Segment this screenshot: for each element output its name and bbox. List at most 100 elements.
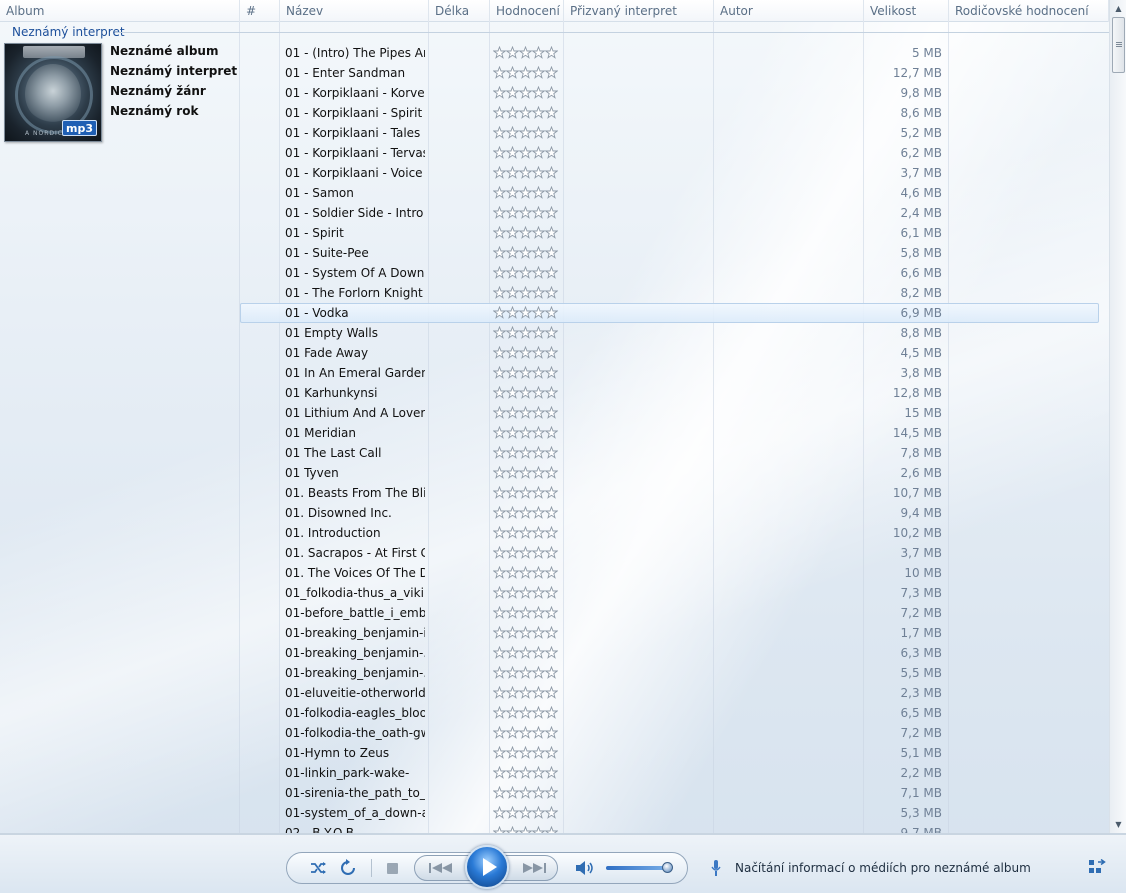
rating-star-icon[interactable]: [545, 826, 558, 833]
rating-star-icon[interactable]: [493, 646, 506, 659]
rating-star-icon[interactable]: [493, 106, 506, 119]
scroll-down-icon[interactable]: ▼: [1111, 816, 1126, 833]
rating-star-icon[interactable]: [532, 266, 545, 279]
volume-slider-track[interactable]: [606, 866, 670, 870]
track-row[interactable]: 01 - The Forlorn Knight 8,2 MB: [0, 283, 1109, 303]
rating-star-icon[interactable]: [493, 66, 506, 79]
rating-star-icon[interactable]: [493, 706, 506, 719]
rating-star-icon[interactable]: [519, 666, 532, 679]
rating-star-icon[interactable]: [519, 166, 532, 179]
rating-star-icon[interactable]: [506, 66, 519, 79]
rating-star-icon[interactable]: [519, 306, 532, 319]
rating-star-icon[interactable]: [545, 786, 558, 799]
rating-stars[interactable]: [493, 226, 558, 240]
rating-star-icon[interactable]: [519, 106, 532, 119]
track-row[interactable]: 01 - Soldier Side - Intro 2,4 MB: [0, 203, 1109, 223]
rating-star-icon[interactable]: [506, 366, 519, 379]
rating-star-icon[interactable]: [532, 746, 545, 759]
column-number[interactable]: #: [240, 0, 280, 22]
column-album[interactable]: Album: [0, 0, 240, 22]
rating-star-icon[interactable]: [506, 346, 519, 359]
track-row[interactable]: 01 Tyven 2,6 MB: [0, 463, 1109, 483]
album-year[interactable]: Neznámý rok: [110, 104, 198, 118]
rating-stars[interactable]: [493, 86, 558, 100]
scroll-up-icon[interactable]: ▲: [1111, 0, 1126, 17]
rating-star-icon[interactable]: [545, 566, 558, 579]
track-row[interactable]: 01. Disowned Inc. 9,4 MB: [0, 503, 1109, 523]
rating-star-icon[interactable]: [506, 486, 519, 499]
track-row[interactable]: 01 In An Emeral Garden 3,8 MB: [0, 363, 1109, 383]
rating-stars[interactable]: [493, 406, 558, 420]
rating-star-icon[interactable]: [506, 306, 519, 319]
rating-star-icon[interactable]: [532, 826, 545, 833]
rating-stars[interactable]: [493, 466, 558, 480]
track-row[interactable]: 01-before_battle_i_embr... 7,2 MB: [0, 603, 1109, 623]
rating-star-icon[interactable]: [506, 426, 519, 439]
rating-star-icon[interactable]: [506, 526, 519, 539]
album-art[interactable]: A NORDIC mp3: [4, 43, 102, 142]
rating-stars[interactable]: [493, 426, 558, 440]
rating-star-icon[interactable]: [545, 66, 558, 79]
rating-star-icon[interactable]: [493, 166, 506, 179]
rating-star-icon[interactable]: [532, 706, 545, 719]
rating-star-icon[interactable]: [493, 406, 506, 419]
track-row[interactable]: 01 Fade Away 4,5 MB: [0, 343, 1109, 363]
rating-star-icon[interactable]: [519, 46, 532, 59]
rating-star-icon[interactable]: [506, 446, 519, 459]
rating-star-icon[interactable]: [545, 86, 558, 99]
rating-star-icon[interactable]: [545, 366, 558, 379]
rating-stars[interactable]: [493, 66, 558, 80]
rating-star-icon[interactable]: [532, 166, 545, 179]
rating-star-icon[interactable]: [545, 326, 558, 339]
rating-stars[interactable]: [493, 366, 558, 380]
rating-star-icon[interactable]: [545, 166, 558, 179]
rating-star-icon[interactable]: [532, 686, 545, 699]
album-genre[interactable]: Neznámý žánr: [110, 84, 206, 98]
rating-star-icon[interactable]: [493, 526, 506, 539]
rating-star-icon[interactable]: [493, 226, 506, 239]
rating-star-icon[interactable]: [545, 266, 558, 279]
rating-stars[interactable]: [493, 746, 558, 760]
rating-star-icon[interactable]: [545, 806, 558, 819]
next-icon[interactable]: [521, 862, 547, 874]
track-row[interactable]: 01 Meridian 14,5 MB: [0, 423, 1109, 443]
rating-star-icon[interactable]: [493, 786, 506, 799]
rating-star-icon[interactable]: [532, 646, 545, 659]
rating-star-icon[interactable]: [519, 226, 532, 239]
rating-star-icon[interactable]: [532, 326, 545, 339]
rating-star-icon[interactable]: [519, 406, 532, 419]
rating-star-icon[interactable]: [519, 86, 532, 99]
rating-stars[interactable]: [493, 106, 558, 120]
rating-star-icon[interactable]: [519, 806, 532, 819]
rating-star-icon[interactable]: [532, 786, 545, 799]
rating-star-icon[interactable]: [532, 466, 545, 479]
rating-star-icon[interactable]: [545, 46, 558, 59]
rating-star-icon[interactable]: [519, 426, 532, 439]
rating-star-icon[interactable]: [532, 186, 545, 199]
rating-star-icon[interactable]: [506, 466, 519, 479]
column-parental-rating[interactable]: Rodičovské hodnocení: [949, 0, 1109, 22]
track-row[interactable]: 01-eluveitie-otherworld 2,3 MB: [0, 683, 1109, 703]
rating-star-icon[interactable]: [532, 386, 545, 399]
column-rating[interactable]: Hodnocení: [490, 0, 564, 22]
rating-star-icon[interactable]: [519, 506, 532, 519]
rating-star-icon[interactable]: [506, 186, 519, 199]
rating-star-icon[interactable]: [519, 686, 532, 699]
rating-star-icon[interactable]: [519, 646, 532, 659]
rating-star-icon[interactable]: [545, 346, 558, 359]
rating-star-icon[interactable]: [493, 766, 506, 779]
rating-stars[interactable]: [493, 126, 558, 140]
rating-star-icon[interactable]: [506, 566, 519, 579]
rating-star-icon[interactable]: [532, 226, 545, 239]
rating-star-icon[interactable]: [545, 446, 558, 459]
track-row[interactable]: 01_folkodia-thus_a_viki... 7,3 MB: [0, 583, 1109, 603]
rating-star-icon[interactable]: [532, 246, 545, 259]
rating-star-icon[interactable]: [519, 486, 532, 499]
rating-star-icon[interactable]: [519, 466, 532, 479]
track-row[interactable]: 01-linkin_park-wake- 2,2 MB: [0, 763, 1109, 783]
rating-star-icon[interactable]: [532, 306, 545, 319]
rating-star-icon[interactable]: [545, 246, 558, 259]
rating-star-icon[interactable]: [532, 566, 545, 579]
track-row[interactable]: 01 - Spirit 6,1 MB: [0, 223, 1109, 243]
rating-star-icon[interactable]: [545, 606, 558, 619]
